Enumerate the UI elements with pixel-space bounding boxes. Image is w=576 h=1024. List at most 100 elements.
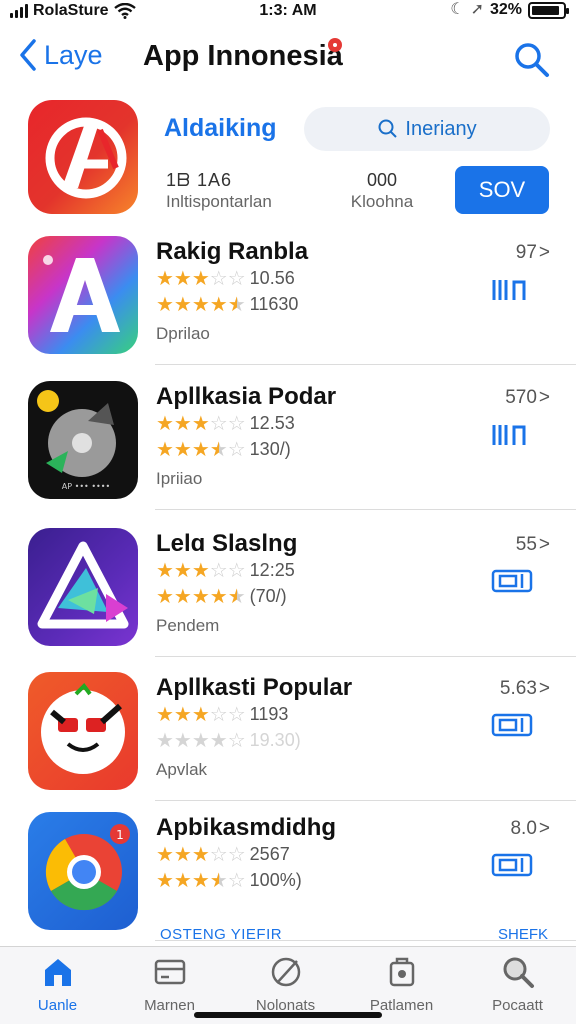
row-divider	[155, 800, 576, 801]
stars-icon: ★★★☆☆	[156, 267, 246, 290]
app-price[interactable]: 5.63 >	[500, 678, 550, 700]
list-item[interactable]: 1 Apbikasmdidhg ★★★☆☆ 2567 ★★★★☆ 100%) 8.0 >	[0, 812, 576, 942]
status-right: ☾ ➚ 32%	[450, 1, 569, 19]
chevron-left-icon	[20, 39, 36, 71]
app-category: Apvlak	[156, 760, 208, 779]
tab-nolonats[interactable]: Nolonats	[228, 955, 343, 1014]
battery-icon	[528, 1, 569, 19]
back-button[interactable]: Laye	[18, 38, 103, 72]
next-section-link[interactable]: SHEFK	[498, 926, 548, 943]
row-divider	[155, 656, 576, 657]
featured-stat-label: Inltispontarlan	[166, 192, 272, 211]
search-icon	[515, 43, 549, 77]
app-icon[interactable]: AP ••• ••••	[28, 381, 138, 499]
app-category: Pendem	[156, 616, 220, 635]
get-button[interactable]: SOV	[455, 166, 549, 214]
featured-app-icon[interactable]	[28, 100, 138, 214]
rating-line-2: ★★★★☆ 130/)	[156, 439, 291, 460]
app-name[interactable]: Rakig Ranbla	[156, 238, 308, 266]
stars-icon: ★★★★★	[156, 293, 246, 316]
app-price[interactable]: 8.0 >	[510, 818, 550, 840]
list-item[interactable]: Lelɑ Slaslng ★★★☆☆ 12:25 ★★★★★ (70/) Pendem 55…	[0, 528, 576, 658]
list-item[interactable]: Rakig Ranbla ★★★☆☆ 10.56 ★★★★★ 11630 Dprilao 9…	[0, 236, 576, 366]
rating-line-2: ★★★★★ 11630	[156, 294, 298, 315]
rating-count: 100%)	[249, 870, 302, 890]
status-bar: RolaSture 1:3: AM ☾ ➚ 32%	[0, 0, 576, 24]
featured-stat-value-2: 000	[366, 170, 398, 190]
featured-stat-value: 1ᗷ 1A6	[166, 170, 233, 190]
app-price[interactable]: 97 >	[516, 242, 550, 264]
tab-pocaatt[interactable]: Pocaatt	[460, 955, 575, 1014]
moon-icon: ☾	[450, 1, 465, 18]
stars-icon: ★★★☆☆	[156, 559, 246, 582]
chevron-right-icon: >	[538, 678, 550, 699]
rating-count: 130/)	[249, 439, 291, 459]
stars-icon: ★★★★☆	[156, 438, 246, 461]
rating-count: 19.30)	[249, 730, 301, 750]
rating-line-2: ★★★★☆ 100%)	[156, 870, 302, 891]
app-name[interactable]: Apbikasmdidhg	[156, 814, 336, 842]
card-icon	[154, 959, 185, 985]
rating-count: 11630	[249, 294, 299, 314]
box-icon[interactable]	[490, 566, 536, 596]
chevron-right-icon: >	[538, 387, 550, 408]
svg-text:AP ••• ••••: AP ••• ••••	[62, 482, 110, 491]
stars-icon: ★★★★☆	[156, 729, 246, 752]
app-icon[interactable]	[28, 672, 138, 790]
price-value: 570	[505, 387, 537, 408]
battery-fill	[532, 5, 559, 15]
app-category: Ipriiao	[156, 469, 203, 488]
tab-home[interactable]: Uanle	[0, 955, 115, 1014]
rating-value: 12:25	[249, 560, 295, 580]
app-icon[interactable]	[28, 528, 138, 646]
next-section-title: OSTENG YIEFIR	[160, 926, 283, 943]
featured-stat-label-2: Kloohna	[350, 192, 414, 211]
tab-patlamen[interactable]: Patlamen	[344, 955, 459, 1014]
stars-icon: ★★★☆☆	[156, 703, 246, 726]
app-icon[interactable]	[28, 236, 138, 354]
tab-label: Uanle	[37, 997, 78, 1014]
featured-app: Aldaiking Ineriany 1ᗷ 1A6 Inltispontarla…	[0, 100, 576, 220]
home-icon	[44, 959, 71, 986]
app-name[interactable]: Apllkasti Popular	[156, 674, 352, 702]
list-item[interactable]: Apllkasti Popular ★★★☆☆ 1193 ★★★★☆ 19.30) Apv…	[0, 672, 576, 802]
tab-label: Pocaatt	[492, 997, 543, 1014]
rating-value: 1193	[249, 704, 289, 724]
box-icon[interactable]	[490, 710, 536, 740]
search-icon	[378, 119, 398, 138]
back-label: Laye	[44, 39, 103, 70]
chevron-right-icon: >	[538, 818, 550, 839]
app-price[interactable]: 570 >	[505, 387, 550, 409]
chevron-right-icon: >	[538, 534, 550, 555]
home-indicator	[194, 1012, 382, 1018]
search-pill-label: Ineriany	[405, 117, 477, 140]
rating-value: 10.56	[249, 268, 295, 288]
featured-search-pill[interactable]: Ineriany	[304, 107, 550, 151]
box-icon[interactable]	[490, 850, 536, 880]
price-value: 8.0	[510, 818, 537, 839]
stars-icon: ★★★★★	[156, 585, 246, 608]
stars-icon: ★★★☆☆	[156, 843, 246, 866]
app-price[interactable]: 55 >	[516, 534, 550, 556]
svg-text:1: 1	[116, 828, 124, 842]
nav-bar: Laye App Innonesia	[0, 32, 576, 84]
rating-line: ★★★☆☆ 2567	[156, 844, 290, 865]
app-name[interactable]: Lelɑ Slaslng	[156, 530, 297, 558]
rating-count: (70/)	[249, 586, 287, 606]
price-value: 5.63	[499, 678, 537, 699]
rating-value: 12.53	[249, 413, 295, 433]
tab-marnen[interactable]: Marnen	[112, 955, 227, 1014]
search-button[interactable]	[512, 40, 552, 80]
bars-arrow-icon[interactable]	[490, 419, 536, 449]
stack-icon	[389, 957, 414, 987]
battery-percent: 32%	[489, 1, 522, 18]
logo-a-icon	[45, 117, 127, 199]
featured-app-name[interactable]: Aldaiking	[164, 114, 277, 143]
app-name[interactable]: Apllkasia Podar	[156, 383, 336, 411]
search-icon	[503, 957, 534, 988]
rating-line: ★★★☆☆ 1193	[156, 704, 288, 725]
bars-arrow-icon[interactable]	[490, 274, 536, 304]
list-item[interactable]: AP ••• •••• Apllkasia Podar ★★★☆☆ 12.53 ★★★★…	[0, 381, 576, 511]
app-icon[interactable]: 1	[28, 812, 138, 930]
app-category: Dprilao	[156, 324, 210, 343]
